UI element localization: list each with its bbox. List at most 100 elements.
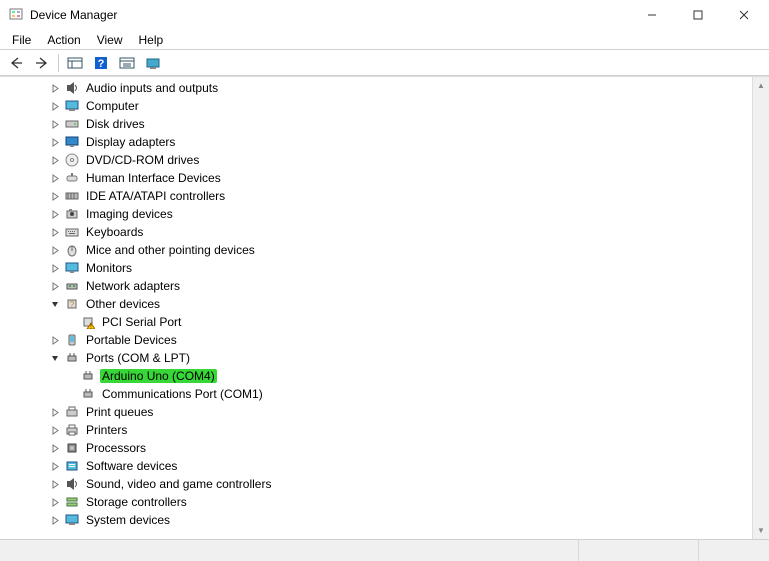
tree-item-label[interactable]: Imaging devices [84,207,175,221]
tree-item-label[interactable]: Mice and other pointing devices [84,243,257,257]
tree-item-label[interactable]: Print queues [84,405,155,419]
scan-hardware-button[interactable] [141,52,165,74]
tree-row[interactable]: Imaging devices [8,205,752,223]
tree-row[interactable]: Storage controllers [8,493,752,511]
menu-help[interactable]: Help [131,31,172,49]
status-cell-1 [0,540,579,561]
tree-row[interactable]: IDE ATA/ATAPI controllers [8,187,752,205]
menu-file[interactable]: File [4,31,39,49]
chevron-right-icon[interactable] [48,171,62,185]
tree-row[interactable]: Processors [8,439,752,457]
chevron-right-icon[interactable] [48,279,62,293]
software-icon [64,458,80,474]
tree-row[interactable]: Disk drives [8,115,752,133]
menu-view[interactable]: View [89,31,131,49]
show-hide-console-button[interactable] [63,52,87,74]
tree-item-label[interactable]: System devices [84,513,172,527]
menu-action[interactable]: Action [39,31,88,49]
chevron-right-icon[interactable] [48,441,62,455]
tree-row[interactable]: Display adapters [8,133,752,151]
tree-item-label[interactable]: Audio inputs and outputs [84,81,220,95]
chevron-right-icon[interactable] [48,117,62,131]
tree-item-label[interactable]: Display adapters [84,135,177,149]
chevron-right-icon[interactable] [48,495,62,509]
chevron-down-icon[interactable] [48,351,62,365]
chevron-right-icon[interactable] [48,153,62,167]
display-icon [64,134,80,150]
tree-row[interactable]: Arduino Uno (COM4) [8,367,752,385]
scroll-down-arrow[interactable]: ▼ [753,522,769,539]
chevron-right-icon[interactable] [48,189,62,203]
chevron-right-icon[interactable] [48,207,62,221]
tree-row[interactable]: Computer [8,97,752,115]
tree-row[interactable]: ?Other devices [8,295,752,313]
chevron-right-icon[interactable] [48,261,62,275]
device-tree[interactable]: Audio inputs and outputs Computer Disk dri… [0,77,752,539]
tree-item-label[interactable]: Storage controllers [84,495,189,509]
tree-item-label[interactable]: PCI Serial Port [100,315,183,329]
tree-row[interactable]: Mice and other pointing devices [8,241,752,259]
tree-item-label[interactable]: Sound, video and game controllers [84,477,273,491]
tree-row[interactable]: Software devices [8,457,752,475]
tree-row[interactable]: Print queues [8,403,752,421]
tree-item-label[interactable]: Computer [84,99,141,113]
tree-item-label[interactable]: Network adapters [84,279,182,293]
titlebar: Device Manager [0,0,769,30]
close-button[interactable] [721,0,767,30]
status-cell-2 [579,540,699,561]
tree-row[interactable]: Network adapters [8,277,752,295]
system-icon [64,512,80,528]
dvd-icon [64,152,80,168]
tree-item-label[interactable]: Disk drives [84,117,147,131]
chevron-right-icon[interactable] [48,405,62,419]
tree-item-label[interactable]: DVD/CD-ROM drives [84,153,201,167]
tree-row[interactable]: Printers [8,421,752,439]
tree-item-label[interactable]: Ports (COM & LPT) [84,351,192,365]
tree-item-label[interactable]: Human Interface Devices [84,171,223,185]
minimize-button[interactable] [629,0,675,30]
tree-row[interactable]: Sound, video and game controllers [8,475,752,493]
tree-item-label[interactable]: Printers [84,423,129,437]
maximize-button[interactable] [675,0,721,30]
tree-item-label[interactable]: Software devices [84,459,179,473]
back-button[interactable] [4,52,28,74]
chevron-right-icon[interactable] [48,423,62,437]
chevron-right-icon[interactable] [48,81,62,95]
chevron-right-icon[interactable] [48,513,62,527]
vertical-scrollbar[interactable]: ▲ ▼ [752,77,769,539]
tree-item-label[interactable]: Other devices [84,297,162,311]
tree-row[interactable]: Portable Devices [8,331,752,349]
chevron-right-icon[interactable] [48,333,62,347]
tree-row[interactable]: Ports (COM & LPT) [8,349,752,367]
tree-item-label[interactable]: Arduino Uno (COM4) [100,369,217,383]
tree-item-label[interactable]: IDE ATA/ATAPI controllers [84,189,227,203]
chevron-right-icon[interactable] [48,225,62,239]
scroll-up-arrow[interactable]: ▲ [753,77,769,94]
chevron-right-icon[interactable] [48,243,62,257]
help-button[interactable]: ? [89,52,113,74]
tree-item-label[interactable]: Processors [84,441,148,455]
tree-item-label[interactable]: Portable Devices [84,333,179,347]
tree-row[interactable]: DVD/CD-ROM drives [8,151,752,169]
chevron-right-icon[interactable] [48,477,62,491]
computer-icon [64,98,80,114]
chevron-down-icon[interactable] [48,297,62,311]
properties-button[interactable] [115,52,139,74]
chevron-right-icon[interactable] [48,459,62,473]
tree-row[interactable]: Human Interface Devices [8,169,752,187]
tree-item-label[interactable]: Keyboards [84,225,145,239]
network-icon [64,278,80,294]
storage-icon [64,494,80,510]
chevron-right-icon[interactable] [48,135,62,149]
tree-row[interactable]: Audio inputs and outputs [8,79,752,97]
tree-item-label[interactable]: Monitors [84,261,134,275]
tree-row[interactable]: !PCI Serial Port [8,313,752,331]
forward-button[interactable] [30,52,54,74]
tree-row[interactable]: Monitors [8,259,752,277]
tree-row[interactable]: Communications Port (COM1) [8,385,752,403]
tree-row[interactable]: Keyboards [8,223,752,241]
chevron-right-icon[interactable] [48,99,62,113]
tree-row[interactable]: System devices [8,511,752,529]
scroll-track[interactable] [753,94,769,522]
tree-item-label[interactable]: Communications Port (COM1) [100,387,265,401]
